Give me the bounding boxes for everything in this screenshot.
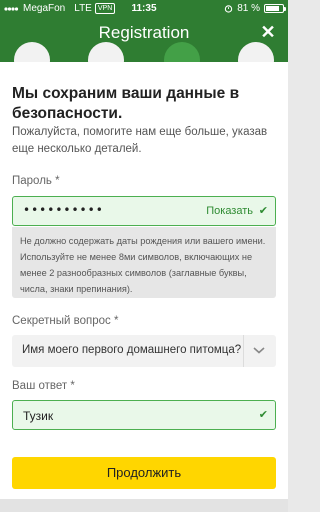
answer-value: Тузик xyxy=(23,409,54,423)
step-indicator-1 xyxy=(14,42,50,62)
secret-question-label: Секретный вопрос * xyxy=(12,315,119,327)
select-divider xyxy=(243,335,244,367)
answer-label: Ваш ответ * xyxy=(12,380,75,392)
bottom-strip xyxy=(0,499,288,512)
show-password-button[interactable]: Показать xyxy=(206,205,253,217)
check-icon: ✔ xyxy=(258,409,268,421)
registration-form: Мы сохраним ваши данные в безопасности. … xyxy=(0,62,288,499)
app-header: Registration ✕ xyxy=(0,18,288,62)
answer-field[interactable]: Тузик ✔ xyxy=(12,400,276,430)
password-field[interactable]: •••••••••• Показать ✔ xyxy=(12,196,276,226)
page-title: Registration xyxy=(98,23,190,42)
password-hint: Не должно содержать даты рождения или ва… xyxy=(12,227,276,298)
step-indicator-4 xyxy=(238,42,274,62)
chevron-down-icon xyxy=(253,347,265,354)
password-label: Пароль * xyxy=(12,175,60,187)
continue-button[interactable]: Продолжить xyxy=(12,457,276,489)
close-button[interactable]: ✕ xyxy=(258,22,278,43)
status-bar: MegaFon LTE VPN 11:35 81 % xyxy=(0,0,288,18)
battery-level xyxy=(266,6,279,11)
step-indicator-2 xyxy=(88,42,124,62)
form-subtext: Пожалуйста, помогите нам еще больше, ука… xyxy=(12,126,268,155)
form-heading: Мы сохраним ваши данные в безопасности. xyxy=(12,85,240,122)
check-icon: ✔ xyxy=(258,205,268,217)
battery-icon xyxy=(264,4,286,13)
status-right: 81 % xyxy=(224,3,286,14)
battery-percent: 81 % xyxy=(237,3,260,14)
secret-question-select[interactable]: Имя моего первого домашнего питомца? xyxy=(12,335,276,367)
password-value: •••••••••• xyxy=(23,203,104,217)
step-indicator-3 xyxy=(164,42,200,62)
secret-question-value: Имя моего первого домашнего питомца? xyxy=(22,344,242,356)
alarm-icon xyxy=(225,5,233,13)
